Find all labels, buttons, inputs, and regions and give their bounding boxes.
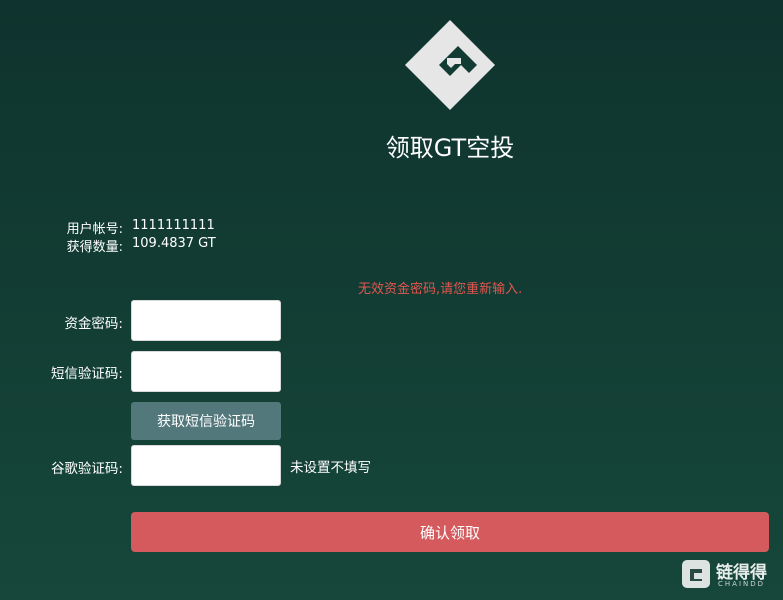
google-code-label: 谷歌验证码: — [50, 461, 123, 477]
sms-code-input[interactable] — [131, 351, 281, 392]
user-account-label: 用户帐号: — [66, 222, 123, 237]
chainod-logo-icon — [682, 560, 710, 588]
user-account-value: 1111111111 — [132, 218, 215, 233]
gt-logo-icon — [403, 18, 497, 112]
chainod-watermark: 链得得 CHAINDD — [682, 558, 778, 592]
sms-code-label: 短信验证码: — [50, 366, 123, 382]
watermark-subtext: CHAINDD — [718, 580, 766, 588]
google-code-input[interactable] — [131, 445, 281, 486]
confirm-claim-button[interactable]: 确认领取 — [131, 512, 769, 552]
get-sms-code-button[interactable]: 获取短信验证码 — [131, 402, 281, 440]
fund-password-input[interactable] — [131, 300, 281, 341]
google-code-hint: 未设置不填写 — [290, 460, 371, 476]
fund-password-label: 资金密码: — [64, 316, 123, 332]
amount-label: 获得数量: — [66, 240, 123, 255]
error-message: 无效资金密码,请您重新输入. — [358, 282, 523, 297]
page-title: 领取GT空投 — [385, 134, 515, 162]
amount-value: 109.4837 GT — [132, 236, 216, 251]
